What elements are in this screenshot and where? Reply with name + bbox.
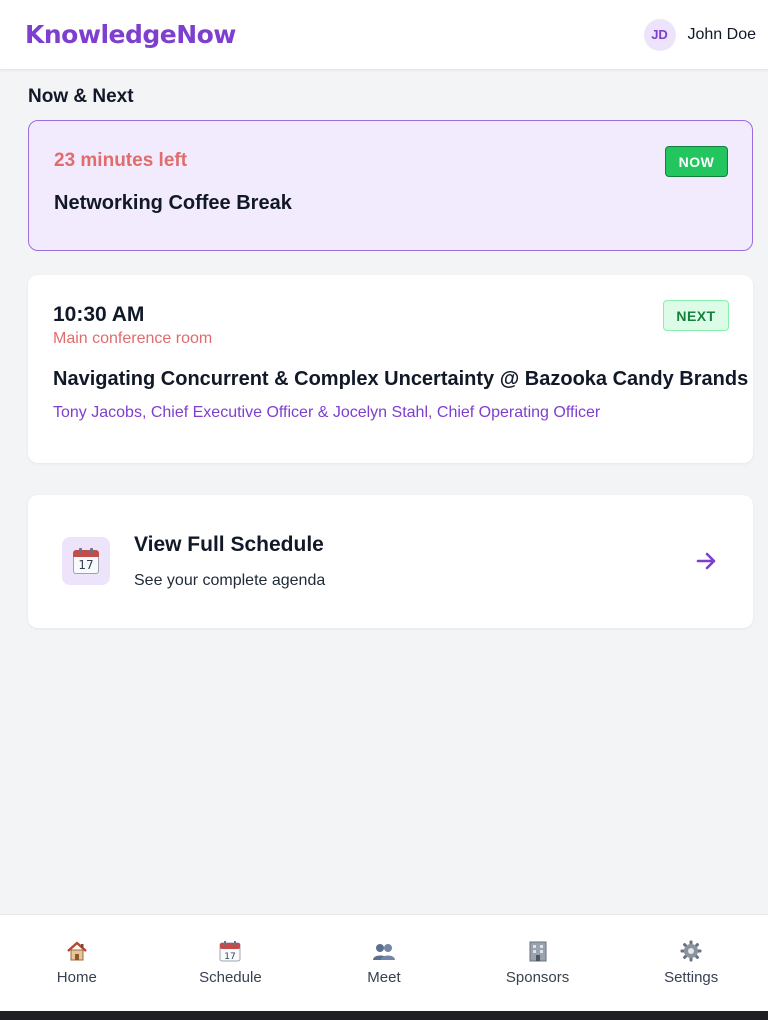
nav-label-schedule: Schedule (199, 969, 262, 986)
nav-label-home: Home (56, 969, 97, 986)
next-badge: NEXT (663, 300, 729, 331)
schedule-card-title: View Full Schedule (134, 533, 324, 556)
user-name[interactable]: John Doe (688, 26, 757, 44)
next-session-speakers[interactable]: Tony Jacobs, Chief Executive Officer & J… (53, 404, 600, 422)
section-title: Now & Next (28, 86, 134, 107)
next-session-time: 10:30 AM (53, 303, 145, 326)
nav-item-settings[interactable]: Settings (614, 915, 768, 1011)
system-bar (0, 1011, 768, 1020)
brand-logo[interactable]: KnowledgeNow (25, 20, 236, 49)
nav-item-sponsors[interactable]: Sponsors (461, 915, 615, 1011)
user-menu[interactable]: JD John Doe (643, 18, 757, 51)
next-session-title: Navigating Concurrent & Complex Uncertai… (53, 368, 749, 390)
nav-label-sponsors: Sponsors (505, 969, 570, 986)
avatar[interactable]: JD (643, 18, 676, 51)
calendar-day: 17 (73, 557, 99, 574)
bottom-nav: Home 17 Schedule Meet Sponsors Settings (0, 914, 768, 1011)
now-badge: NOW (665, 146, 728, 177)
svg-text:17: 17 (225, 952, 236, 962)
nav-label-meet: Meet (367, 969, 401, 986)
next-session-card[interactable]: 10:30 AM Main conference room NEXT Navig… (28, 275, 753, 463)
app-header: KnowledgeNow JD John Doe (0, 0, 768, 70)
schedule-card-subtitle: See your complete agenda (134, 572, 326, 589)
now-session-title: Networking Coffee Break (54, 192, 292, 214)
view-schedule-card[interactable]: 17 View Full Schedule See your complete … (28, 495, 753, 628)
nav-item-meet[interactable]: Meet (307, 915, 461, 1011)
next-session-room: Main conference room (53, 330, 213, 347)
arrow-right-icon[interactable] (695, 549, 719, 573)
calendar-icon: 17 (73, 548, 99, 574)
calendar-icon: 17 (218, 939, 242, 963)
building-icon (526, 939, 550, 963)
nav-label-settings: Settings (664, 969, 719, 986)
schedule-icon-box: 17 (62, 537, 110, 585)
nav-item-schedule[interactable]: 17 Schedule (154, 915, 308, 1011)
now-session-card[interactable]: 23 minutes left NOW Networking Coffee Br… (28, 120, 753, 251)
gear-icon (679, 939, 703, 963)
home-icon (65, 939, 89, 963)
nav-item-home[interactable]: Home (0, 915, 154, 1011)
people-icon (372, 939, 396, 963)
time-left: 23 minutes left (54, 150, 188, 171)
